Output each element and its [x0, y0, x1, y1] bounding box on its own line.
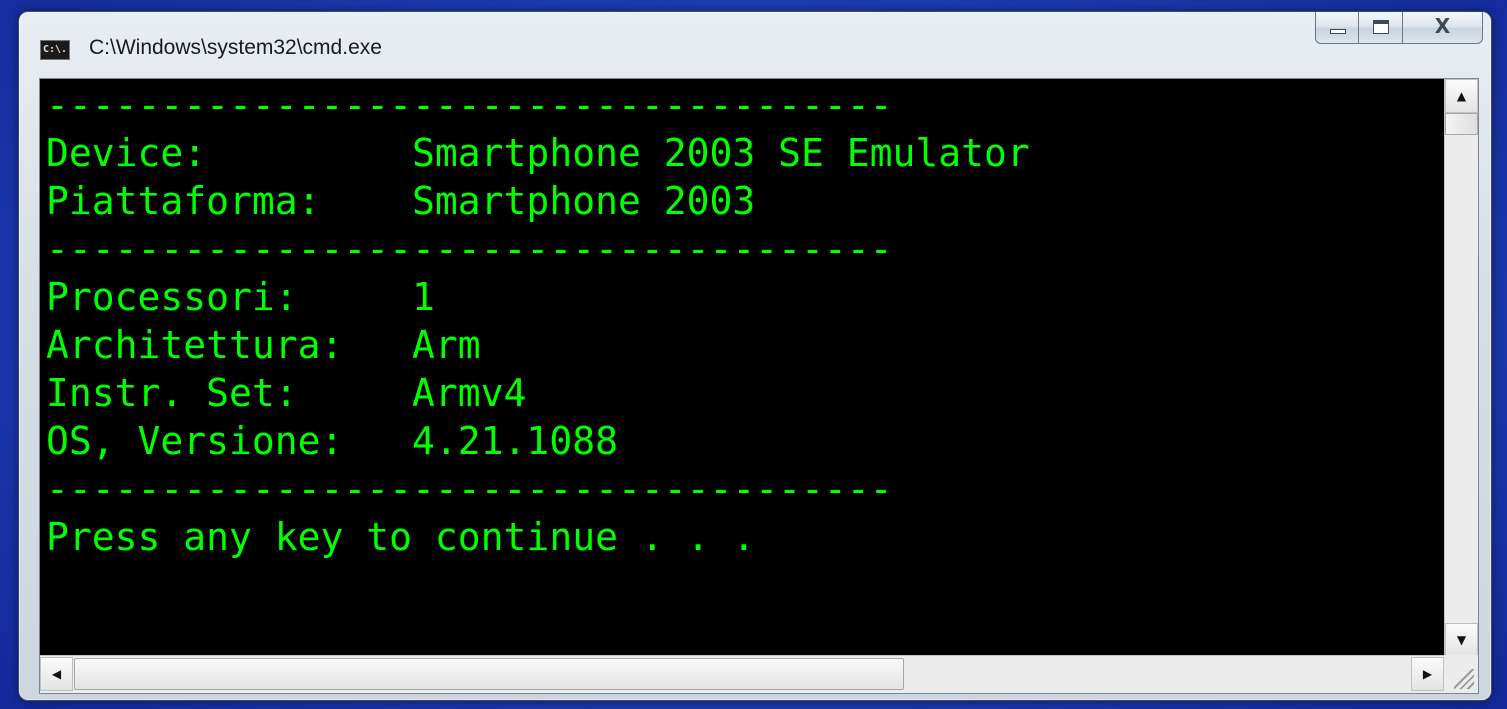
cmd-app-icon[interactable]: C:\.	[40, 40, 70, 60]
close-icon: X	[1434, 14, 1451, 38]
title-bar[interactable]: C:\. C:\Windows\system32\cmd.exe X	[19, 12, 1491, 78]
vertical-scroll-thumb[interactable]	[1445, 113, 1478, 135]
arrow-right-icon: ▶	[1422, 667, 1433, 681]
console-line: -------------------------------------	[46, 227, 893, 271]
console-line: Device: Smartphone 2003 SE Emulator	[46, 131, 1030, 175]
cmd-window: C:\. C:\Windows\system32\cmd.exe X -----…	[18, 11, 1492, 701]
maximize-button[interactable]	[1359, 12, 1403, 44]
horizontal-scroll-thumb[interactable]	[74, 658, 904, 690]
close-button[interactable]: X	[1403, 12, 1483, 44]
console-line: Processori: 1	[46, 275, 435, 319]
minimize-icon	[1330, 29, 1346, 34]
scroll-down-button[interactable]: ▼	[1445, 623, 1478, 657]
console-line: Architettura: Arm	[46, 323, 481, 367]
console-output[interactable]: ------------------------------------- De…	[40, 79, 1444, 657]
resize-grip[interactable]	[1444, 655, 1478, 693]
console-line: Piattaforma: Smartphone 2003	[46, 179, 756, 223]
scroll-right-button[interactable]: ▶	[1411, 657, 1444, 691]
console-frame: ------------------------------------- De…	[39, 78, 1479, 694]
scroll-left-button[interactable]: ◀	[40, 657, 73, 691]
console-line: -------------------------------------	[46, 83, 893, 127]
window-title: C:\Windows\system32\cmd.exe	[89, 36, 382, 59]
console-line: OS, Versione: 4.21.1088	[46, 419, 618, 463]
resize-grip-icon	[1454, 669, 1474, 689]
console-line: Press any key to continue . . .	[46, 515, 756, 559]
arrow-down-icon: ▼	[1456, 633, 1467, 647]
console-line: Instr. Set: Armv4	[46, 371, 527, 415]
scroll-up-button[interactable]: ▲	[1445, 79, 1478, 113]
arrow-up-icon: ▲	[1456, 89, 1467, 103]
console-line: -------------------------------------	[46, 467, 893, 511]
window-controls: X	[1315, 12, 1483, 46]
horizontal-scrollbar[interactable]: ◀ ▶	[40, 655, 1444, 693]
arrow-left-icon: ◀	[51, 667, 62, 681]
minimize-button[interactable]	[1315, 12, 1359, 44]
maximize-icon	[1373, 20, 1389, 34]
vertical-scrollbar[interactable]: ▲ ▼	[1444, 79, 1478, 657]
